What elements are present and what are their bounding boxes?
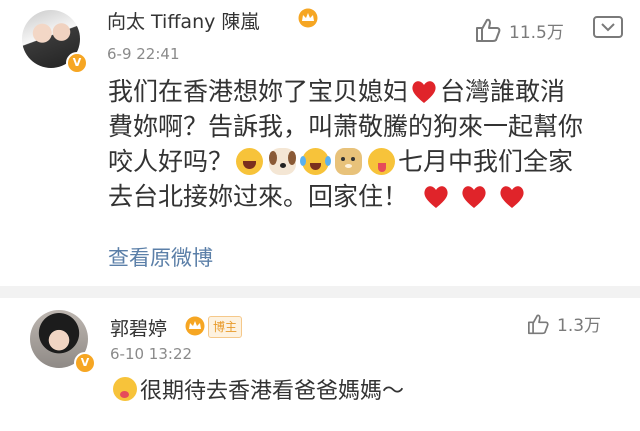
red-heart-icon: [500, 185, 524, 208]
timestamp: 6-9 22:41: [107, 45, 180, 63]
like-count: 1.3万: [557, 316, 602, 336]
comment-text: 很期待去香港看爸爸媽媽～: [110, 373, 404, 405]
laughing-face-icon: [236, 148, 264, 175]
comment-card-1: V 向太 Tiffany 陳嵐 6-9 22:41 11.5万 我们在香港想妳了…: [0, 0, 640, 286]
doge-icon: [335, 148, 363, 175]
red-heart-icon: [412, 80, 436, 103]
thumbs-up-icon: [476, 18, 501, 42]
author-badge: 博主: [208, 316, 243, 338]
like-button[interactable]: 11.5万: [475, 17, 564, 43]
crown-icon: [298, 8, 318, 28]
verified-badge-icon: V: [74, 352, 96, 374]
red-heart-icon: [462, 185, 486, 208]
timestamp: 6-10 13:22: [110, 345, 193, 363]
separator: [0, 286, 640, 298]
text-line: 咬人好吗？ 七月中我们全家: [108, 147, 574, 176]
verified-badge-icon: V: [66, 52, 88, 74]
author-name[interactable]: 向太 Tiffany 陳嵐: [107, 7, 259, 34]
tongue-face-icon: [368, 148, 396, 175]
tears-of-joy-icon: [300, 148, 332, 175]
author-name[interactable]: 郭碧婷: [110, 314, 167, 341]
red-heart-icon: [424, 185, 448, 208]
like-count: 11.5万: [509, 22, 564, 43]
like-button[interactable]: 1.3万: [527, 311, 601, 336]
text-line: 去台北接妳过來。回家住！: [108, 179, 528, 214]
text-line: 費妳啊？告訴我，叫萧敬騰的狗來一起幫你: [108, 112, 584, 141]
more-options-icon[interactable]: [593, 16, 623, 38]
thumbs-up-icon: [528, 313, 549, 334]
puppy-icon: [269, 148, 297, 175]
text-line: 我们在香港想妳了宝贝媳妇 台灣誰敢消: [108, 77, 566, 106]
drooling-face-icon: [113, 377, 137, 401]
view-original-link[interactable]: 查看原微博: [108, 242, 213, 272]
crown-icon: [185, 316, 205, 336]
